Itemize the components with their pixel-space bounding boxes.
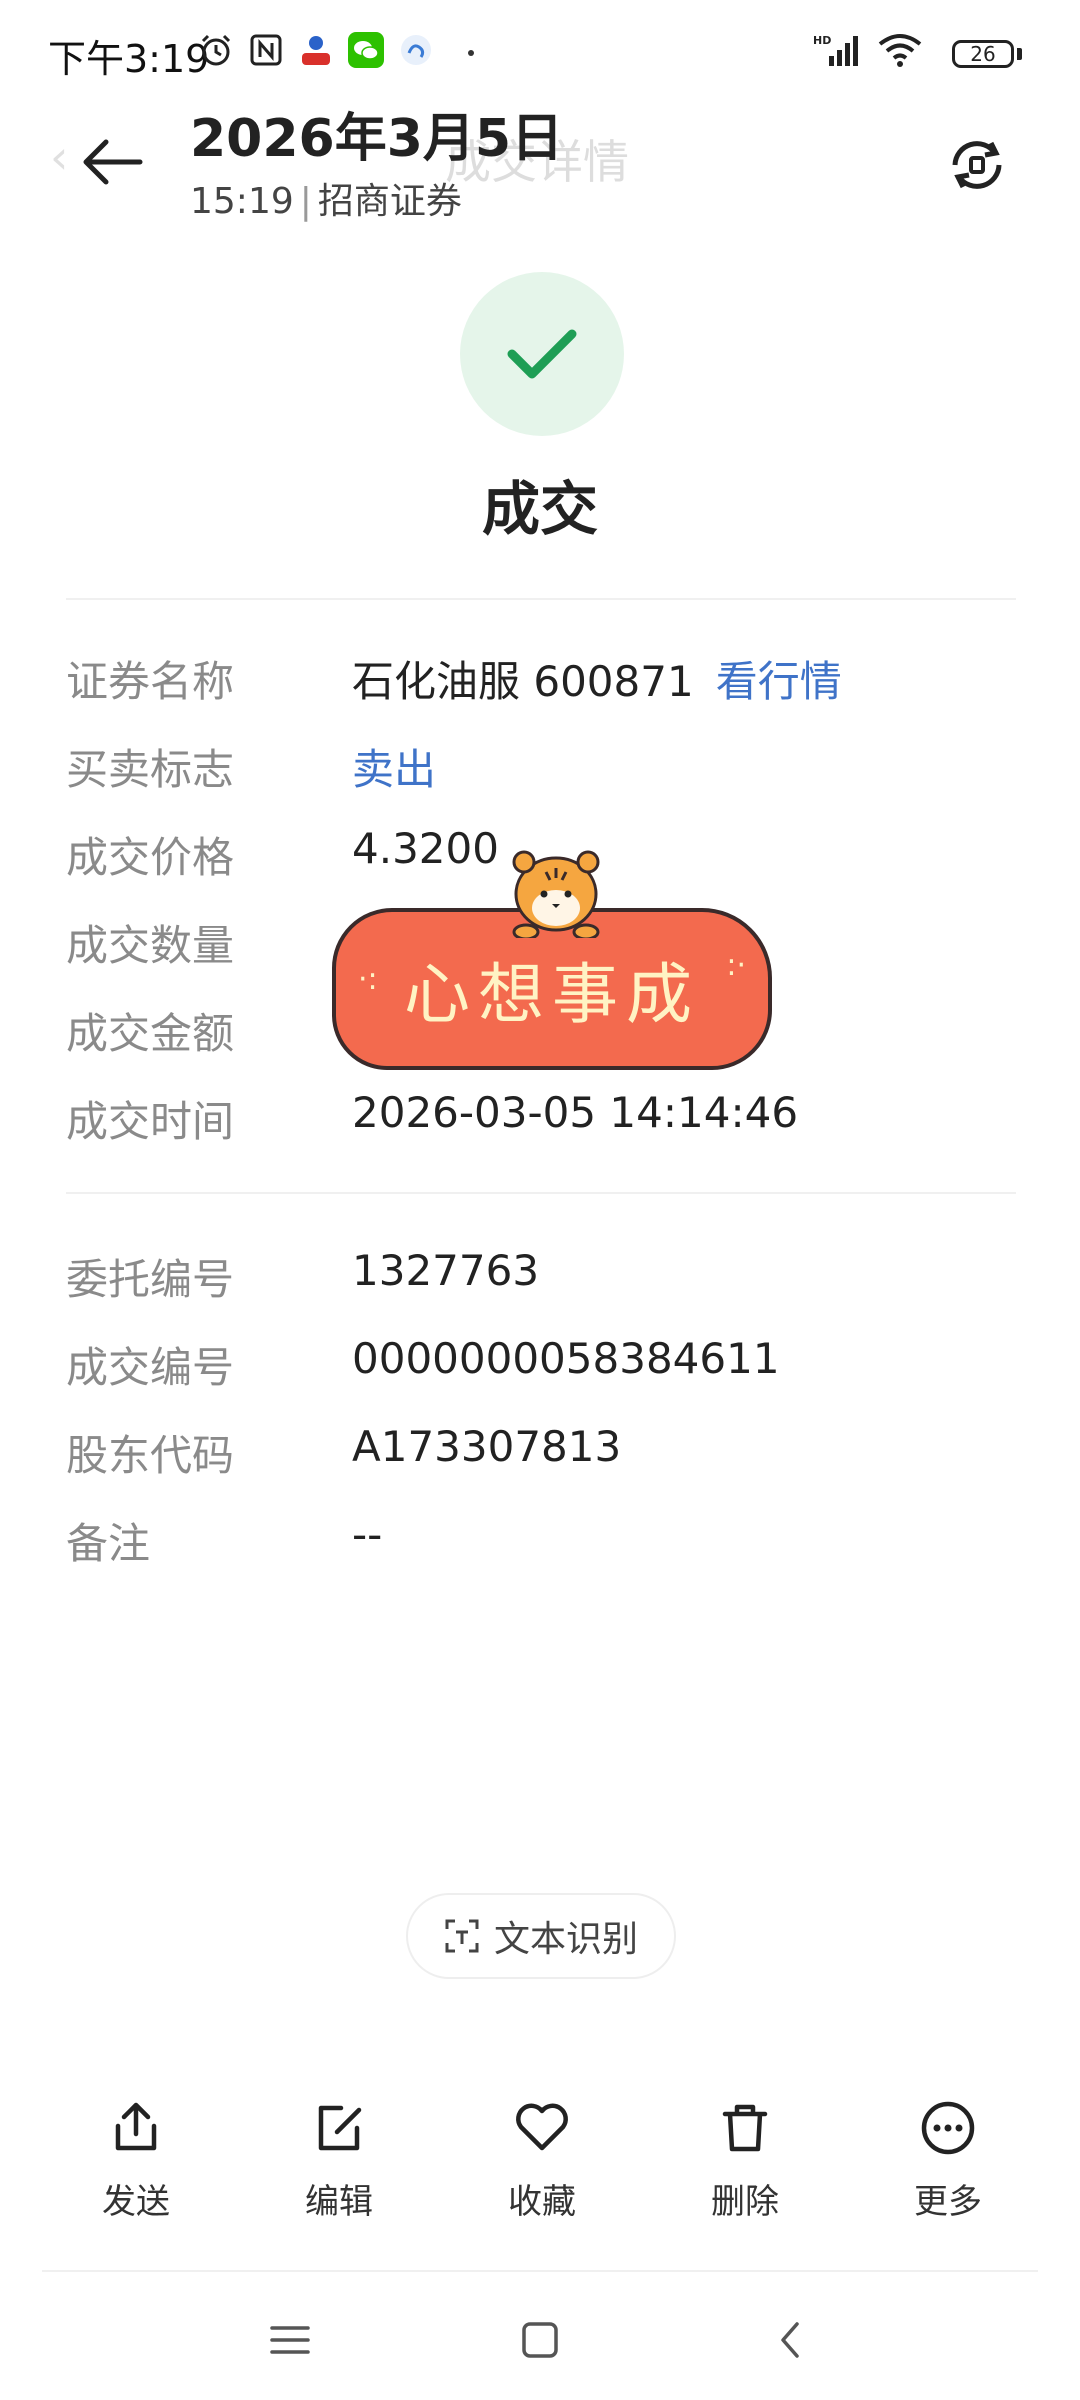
photo-date: 2026年3月5日 (190, 109, 564, 169)
price-label: 成交价格 (66, 833, 235, 882)
svg-text:HD: HD (813, 34, 831, 47)
hd-signal-icon: HD (812, 30, 868, 70)
wifi-icon (874, 30, 926, 70)
text-recognition-button[interactable]: 文本识别 (406, 1893, 676, 1979)
direction-value: 卖出 (352, 745, 437, 794)
bottom-toolbar: 发送 编辑 收藏 删除 更多 (0, 2100, 1080, 2230)
detail-row-security: 证券名称 石化油服 600871 看行情 (66, 648, 1016, 708)
more-notifications-dot (468, 50, 474, 56)
tiger-mascot-icon (512, 850, 600, 938)
home-square-icon (522, 2322, 558, 2358)
detail-row-trade-no: 成交编号 0000000058384611 (66, 1334, 1016, 1394)
section-divider (66, 1192, 1016, 1194)
menu-icon (270, 2326, 310, 2354)
rotate-icon (952, 141, 1002, 189)
delete-button[interactable]: 删除 (675, 2100, 815, 2230)
photo-viewer-screen: 下午3:19 HD 26 ‹ 成交详情 2026年3月5日 15:19 | 招商… (0, 0, 1080, 2400)
detail-row-holder: 股东代码 A173307813 (66, 1422, 1016, 1482)
subtitle-separator: | (299, 181, 312, 222)
alarm-icon (196, 30, 236, 70)
photo-source: 招商证券 (317, 181, 462, 222)
recents-button[interactable] (260, 2310, 320, 2370)
favorite-label: 收藏 (508, 2182, 576, 2222)
trade-no-label: 成交编号 (66, 1343, 235, 1392)
holder-code-value: A173307813 (352, 1422, 622, 1471)
detail-row-direction: 买卖标志 卖出 (66, 736, 1016, 796)
status-bar: 下午3:19 HD 26 (0, 0, 1080, 96)
heart-icon (472, 2100, 612, 2170)
detail-row-time: 成交时间 2026-03-05 14:14:46 (66, 1088, 1016, 1148)
amount-label: 成交金额 (66, 1009, 235, 1058)
status-title: 成交 (481, 475, 598, 543)
edit-button[interactable]: 编辑 (269, 2100, 409, 2230)
checkmark-icon (507, 329, 577, 379)
favorite-button[interactable]: 收藏 (472, 2100, 612, 2230)
sticker-text: 心想事成 (404, 956, 700, 1033)
holder-code-label: 股东代码 (66, 1431, 235, 1480)
text-scan-icon (445, 1919, 479, 1953)
status-time: 下午3:19 (48, 37, 210, 81)
more-label: 更多 (914, 2182, 982, 2222)
photo-time: 15:19 (190, 181, 294, 222)
section-divider (66, 598, 1016, 600)
security-name-text: 石化油服 600871 (352, 657, 694, 706)
nfc-icon (246, 30, 286, 70)
more-icon (878, 2100, 1018, 2170)
edit-icon (269, 2100, 409, 2170)
home-button[interactable] (510, 2310, 570, 2370)
battery-icon: 26 (952, 40, 1014, 68)
sticker-sparkle: :· (726, 948, 746, 983)
detail-row-remark: 备注 -- (66, 1510, 1016, 1570)
trade-time-label: 成交时间 (66, 1097, 235, 1146)
sticker-overlay[interactable]: ·: :· 心想事成 (332, 842, 776, 1072)
order-no-label: 委托编号 (66, 1255, 235, 1304)
rotate-button[interactable] (942, 130, 1012, 200)
direction-label: 买卖标志 (66, 745, 235, 794)
share-icon (66, 2100, 206, 2170)
system-nav-bar (0, 2300, 1080, 2380)
security-name-value: 石化油服 600871 看行情 (352, 648, 842, 709)
send-button[interactable]: 发送 (66, 2100, 206, 2230)
delete-label: 删除 (711, 2182, 779, 2222)
back-arrow-icon (83, 139, 143, 185)
photo-subtitle: 15:19 | 招商证券 (190, 172, 462, 224)
nav-divider (42, 2270, 1038, 2272)
edit-label: 编辑 (305, 2182, 373, 2222)
quantity-label: 成交数量 (66, 921, 235, 970)
remark-label: 备注 (66, 1519, 151, 1568)
detail-row-order-no: 委托编号 1327763 (66, 1246, 1016, 1306)
trade-time-value: 2026-03-05 14:14:46 (352, 1088, 799, 1137)
back-chevron-icon (781, 2322, 799, 2358)
sticker-sparkle: ·: (358, 962, 378, 997)
battery-tip (1017, 48, 1022, 60)
text-recognition-label: 文本识别 (493, 1919, 638, 1960)
app-notification-icon (396, 30, 436, 70)
trash-icon (675, 2100, 815, 2170)
more-button[interactable]: 更多 (878, 2100, 1018, 2230)
wechat-icon (346, 30, 386, 70)
system-back-button[interactable] (760, 2310, 820, 2370)
trade-no-value: 0000000058384611 (352, 1334, 780, 1383)
app-notification-icon (296, 30, 336, 70)
order-no-value: 1327763 (352, 1246, 540, 1295)
send-label: 发送 (102, 2182, 170, 2222)
remark-value: -- (352, 1510, 383, 1559)
security-name-label: 证券名称 (66, 657, 235, 706)
success-badge (460, 272, 624, 436)
view-quote-link[interactable]: 看行情 (716, 657, 842, 706)
back-button[interactable] (66, 122, 158, 202)
